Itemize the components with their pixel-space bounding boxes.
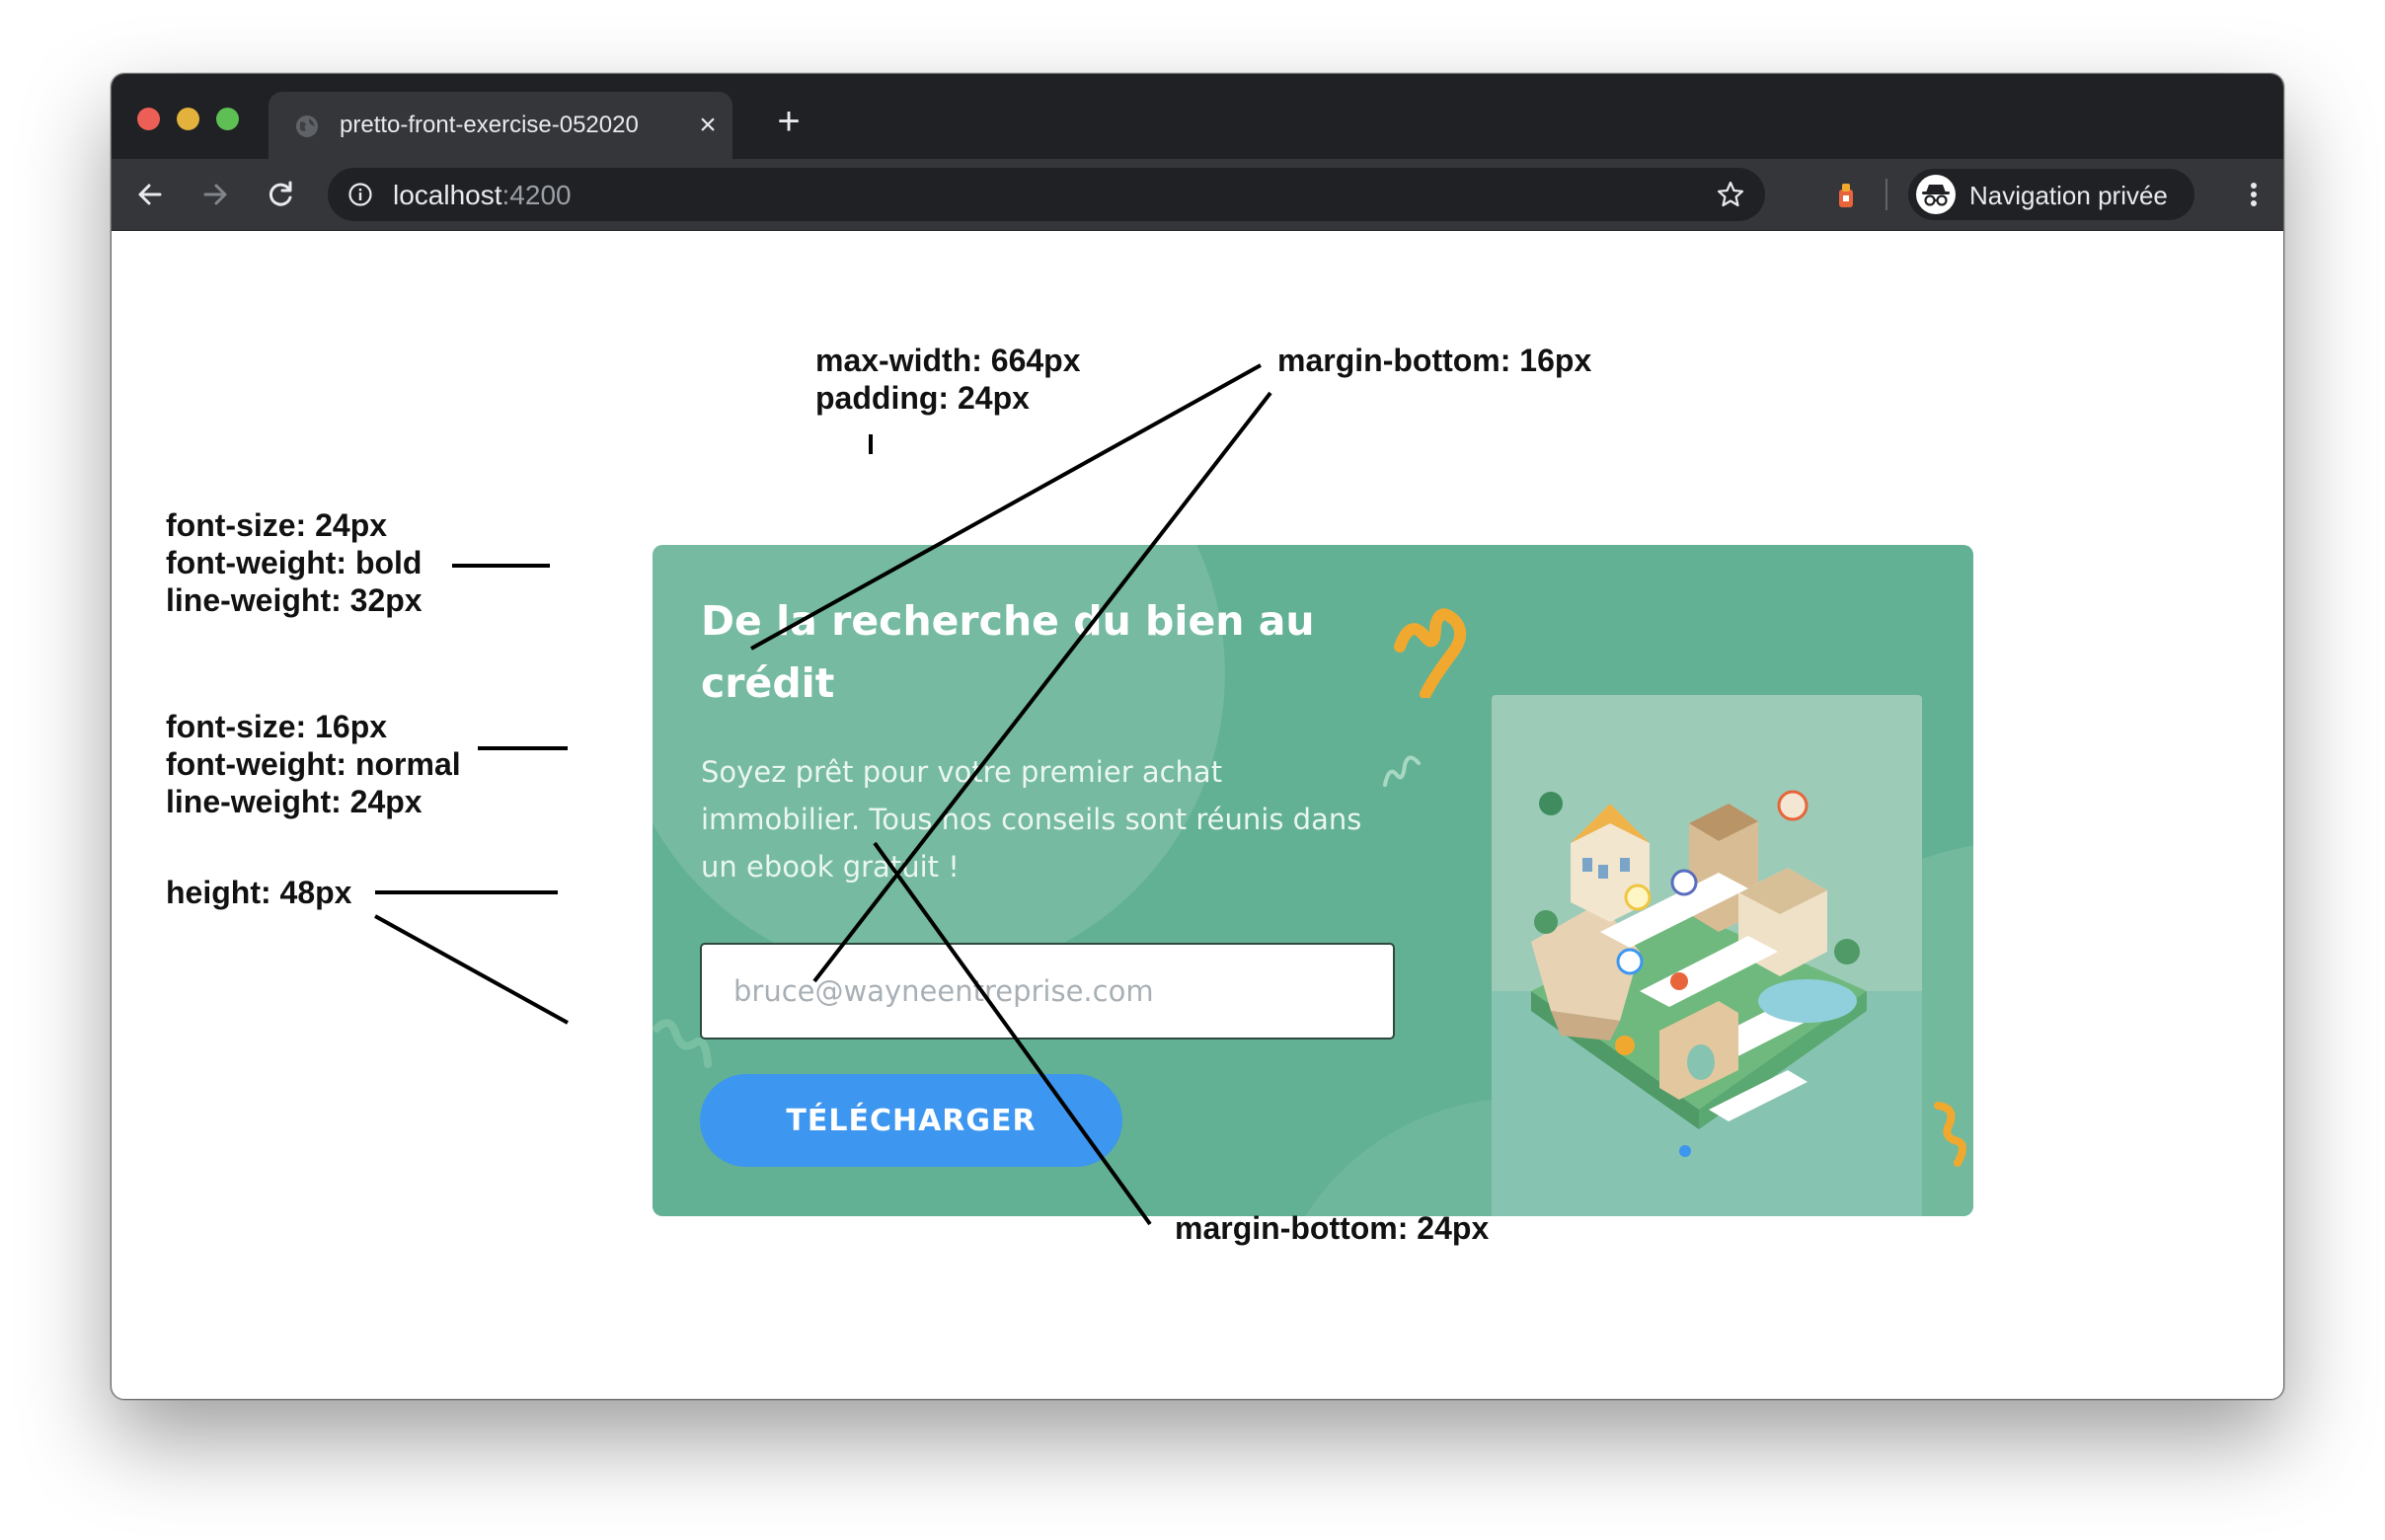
download-button[interactable]: TÉLÉCHARGER xyxy=(700,1074,1122,1167)
toolbar-separator xyxy=(1885,179,1887,210)
orange-squiggle-icon xyxy=(1394,608,1467,698)
isometric-city-image xyxy=(1492,790,1922,1216)
profile-label: Navigation privée xyxy=(1969,181,2168,210)
back-arrow-icon[interactable] xyxy=(131,176,169,213)
reload-icon[interactable] xyxy=(262,176,299,213)
minimize-window-button[interactable] xyxy=(177,108,199,130)
annotation-line: line-weight: 24px xyxy=(166,784,423,819)
url-text: localhost:4200 xyxy=(393,180,572,211)
email-field[interactable] xyxy=(700,943,1395,1040)
annotation-line: font-size: 24px xyxy=(166,507,388,543)
new-tab-button[interactable]: + xyxy=(769,102,808,141)
url-port: :4200 xyxy=(501,180,572,210)
star-icon[interactable] xyxy=(1716,180,1745,209)
browser-tab[interactable]: pretto-front-exercise-052020 × xyxy=(269,92,732,159)
more-menu-icon[interactable] xyxy=(2244,176,2264,213)
annotation-container: max-width: 664px padding: 24px xyxy=(815,342,1081,417)
annotation-line: max-width: 664px xyxy=(815,343,1081,378)
close-window-button[interactable] xyxy=(137,108,160,130)
annotation-line: font-size: 16px xyxy=(166,709,388,744)
green-squiggle-icon xyxy=(1383,755,1421,787)
ebook-card: De la recherche du bien au crédit Soyez … xyxy=(653,545,1973,1216)
info-icon[interactable] xyxy=(347,182,373,207)
tab-title: pretto-front-exercise-052020 xyxy=(340,112,639,138)
card-title: De la recherche du bien au crédit xyxy=(701,597,1315,707)
extension-icon[interactable] xyxy=(1827,176,1865,213)
annotation-title: font-size: 24px font-weight: bold line-w… xyxy=(166,506,423,619)
close-tab-icon[interactable]: × xyxy=(693,106,723,145)
profile-chip[interactable]: Navigation privée xyxy=(1908,169,2194,220)
maximize-window-button[interactable] xyxy=(216,108,239,130)
annotation-line: line-weight: 32px xyxy=(166,582,423,618)
card-description: Soyez prêt pour votre premier achat immo… xyxy=(701,755,1362,884)
forward-arrow-icon[interactable] xyxy=(196,176,234,213)
url-host: localhost xyxy=(393,180,502,210)
avatar xyxy=(1916,175,1956,214)
globe-icon xyxy=(296,116,318,137)
annotation-text: font-size: 16px font-weight: normal line… xyxy=(166,708,461,820)
annotation-line: padding: 24px xyxy=(815,380,1030,416)
toolbar: localhost:4200 Navigation privée xyxy=(112,159,2283,231)
ebook-cover-illustration xyxy=(1492,695,1922,1216)
annotation-margin-24: margin-bottom: 24px xyxy=(1175,1210,1490,1246)
address-bar[interactable]: localhost:4200 xyxy=(328,168,1765,221)
orange-squiggle-icon xyxy=(1934,1102,1966,1167)
annotation-line: font-weight: normal xyxy=(166,746,461,782)
annotation-height: height: 48px xyxy=(166,875,352,910)
title-bar: pretto-front-exercise-052020 × + xyxy=(112,74,2283,159)
annotation-margin-16: margin-bottom: 16px xyxy=(1277,343,1592,378)
annotation-line: font-weight: bold xyxy=(166,545,423,580)
incognito-icon xyxy=(1922,185,1950,206)
